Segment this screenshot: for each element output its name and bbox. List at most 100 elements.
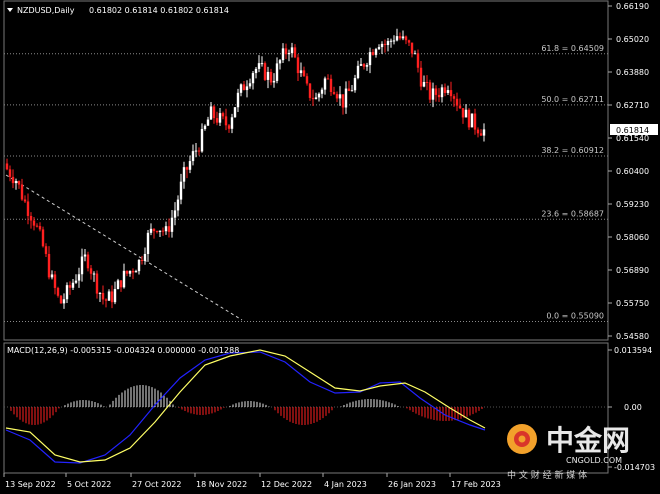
chart-menu-icon[interactable] — [7, 8, 13, 12]
candle-body — [35, 225, 39, 227]
candle-body — [179, 181, 183, 200]
candle-body — [377, 47, 381, 50]
candle-body — [26, 201, 30, 216]
candle-body — [281, 48, 285, 61]
candle-body — [134, 271, 138, 273]
candle-body — [212, 106, 216, 119]
fib-level-label: 61.8 = 0.64509 — [541, 44, 604, 53]
candle-body — [44, 246, 48, 254]
candle-body — [362, 64, 366, 67]
candle-body — [413, 53, 417, 55]
candle-body — [443, 87, 447, 93]
candle-body — [407, 40, 411, 43]
symbol-label: NZDUSD,Daily — [17, 6, 75, 15]
candle-body — [305, 76, 309, 84]
fib-level-label: 23.6 = 0.58687 — [541, 209, 604, 218]
candle-body — [464, 109, 468, 118]
price-tick: 0.58060 — [616, 233, 649, 242]
candle-body — [20, 184, 24, 200]
candle-body — [98, 292, 102, 294]
candle-body — [140, 259, 144, 261]
current-price-label: 0.61814 — [616, 126, 649, 135]
candle-body — [59, 295, 63, 304]
candle-body — [368, 52, 372, 66]
candle-body — [428, 82, 432, 100]
candle-body — [446, 90, 450, 93]
candle-body — [83, 254, 87, 257]
candle-body — [104, 299, 108, 301]
candle-body — [224, 116, 228, 126]
candle-body — [119, 280, 123, 288]
candle-body — [482, 129, 486, 136]
price-tick: 0.55750 — [616, 299, 649, 308]
candle-body — [311, 97, 315, 100]
candle-body — [113, 289, 117, 303]
candle-body — [56, 287, 60, 296]
candle-body — [260, 63, 264, 65]
candle-body — [248, 83, 252, 87]
candle-body — [233, 107, 237, 118]
time-tick: 5 Oct 2022 — [67, 480, 111, 489]
candle-body — [293, 47, 297, 58]
fib-level-label: 0.0 = 0.55090 — [546, 312, 604, 321]
candle-body — [65, 285, 69, 300]
candle-body — [431, 88, 435, 100]
candle-body — [398, 36, 402, 39]
trend-line[interactable] — [5, 174, 243, 321]
candle-body — [167, 226, 171, 232]
time-tick: 13 Sep 2022 — [5, 480, 56, 489]
candle-body — [191, 151, 195, 162]
candle-body — [161, 230, 165, 232]
candle-body — [308, 83, 312, 98]
macd-tick: 0.00 — [624, 403, 642, 412]
candle-body — [50, 274, 54, 278]
candle-body — [359, 64, 363, 66]
time-tick: 26 Jan 2023 — [388, 480, 436, 489]
candle-body — [221, 113, 225, 117]
candle-body — [176, 199, 180, 211]
candle-body — [386, 41, 390, 46]
candle-body — [116, 280, 120, 290]
candle-body — [8, 169, 12, 177]
candle-body — [296, 57, 300, 74]
candle-body — [371, 52, 375, 55]
candle-body — [440, 87, 444, 98]
candle-body — [470, 113, 474, 128]
candlestick-series — [5, 28, 486, 309]
candle-body — [146, 232, 150, 254]
macd-tick: 0.013594 — [614, 346, 652, 355]
candle-body — [89, 268, 93, 274]
candle-body — [287, 52, 291, 55]
candle-body — [269, 71, 273, 83]
candle-body — [152, 228, 156, 232]
candle-body — [467, 109, 471, 128]
candle-body — [77, 274, 81, 281]
candle-body — [329, 78, 333, 93]
candle-body — [128, 270, 132, 274]
price-tick: 0.63880 — [616, 68, 649, 77]
time-tick: 17 Feb 2023 — [451, 480, 501, 489]
candle-body — [182, 167, 186, 182]
candle-body — [476, 129, 480, 134]
candle-body — [236, 92, 240, 108]
candle-body — [158, 230, 162, 232]
watermark-tagline: 中 文 财 经 新 媒 体 — [507, 469, 587, 481]
candle-body — [107, 291, 111, 301]
macd-panel-frame — [3, 342, 609, 474]
candle-body — [245, 86, 249, 91]
candle-body — [383, 43, 387, 46]
candle-body — [338, 94, 342, 99]
candle-body — [149, 228, 153, 233]
ohlc-label: 0.61802 0.61814 0.61802 0.61814 — [89, 6, 229, 15]
candle-body — [215, 118, 219, 123]
candle-body — [143, 253, 147, 261]
candle-body — [299, 70, 303, 74]
candle-body — [347, 88, 351, 91]
candle-body — [272, 80, 276, 83]
price-tick: 0.54580 — [616, 332, 649, 341]
candle-body — [173, 210, 177, 218]
candle-body — [29, 215, 33, 221]
fibonacci-levels: 61.8 = 0.64509 50.0 = 0.62711 38.2 = 0.609… — [4, 44, 608, 323]
candle-body — [80, 256, 84, 275]
candle-body — [452, 96, 456, 99]
